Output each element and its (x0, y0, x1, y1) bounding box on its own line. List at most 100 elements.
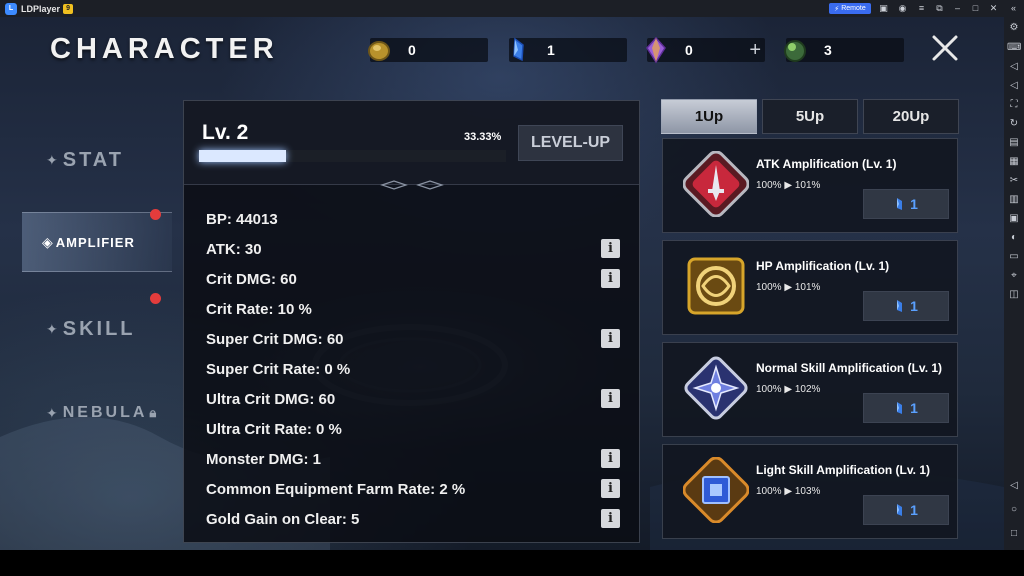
tab-20up[interactable]: 20Up (863, 99, 959, 134)
info-icon[interactable]: i (601, 389, 620, 408)
resource-gem: 0 + (646, 36, 765, 64)
stat-text: Super Crit Rate: 0 % (206, 361, 351, 378)
crystal-value: 1 (547, 42, 555, 58)
multi-instance-icon[interactable]: ▥ (1007, 193, 1021, 207)
folder-icon[interactable]: ▭ (1007, 250, 1021, 264)
amplification-change: 100% ▶ 102% (756, 384, 821, 395)
green-orb-icon (784, 40, 806, 62)
back-icon[interactable]: ◁ (1007, 479, 1021, 493)
scissors-icon[interactable]: ✂ (1007, 174, 1021, 188)
page-title: CHARACTER (50, 33, 279, 65)
amplification-card: ATK Amplification (Lv. 1) 100% ▶ 101% 1 (662, 138, 958, 233)
amplify-cost-button[interactable]: 1 (863, 393, 949, 423)
minimize-icon[interactable]: – (952, 3, 963, 14)
stats-panel: Lv. 2 33.33% LEVEL-UP BP: 44013 ATK: 30 i C… (183, 100, 640, 543)
stat-text: Crit DMG: 60 (206, 271, 297, 288)
sync-icon[interactable]: ◐ (1007, 231, 1021, 245)
stat-row: Monster DMG: 1 i (206, 449, 626, 471)
level-up-button[interactable]: LEVEL-UP (518, 125, 623, 161)
blue-crystal-icon (897, 504, 903, 516)
amplify-cost-button[interactable]: 1 (863, 291, 949, 321)
amplification-name: Normal Skill Amplification (Lv. 1) (756, 361, 943, 375)
stat-row: Super Crit Rate: 0 % (206, 359, 626, 381)
tab-nebula[interactable]: ✦ NEBULA 🔒︎ (22, 383, 172, 443)
tab-1up[interactable]: 1Up (661, 99, 757, 134)
menu-icon[interactable]: ≡ (916, 3, 927, 14)
blue-crystal-icon (897, 198, 903, 210)
keyboard-icon[interactable]: ⌨ (1007, 41, 1021, 55)
amplification-change: 100% ▶ 101% (756, 180, 821, 191)
tab-amplifier-label: AMPLIFIER (55, 234, 135, 250)
collapse-sidebar-icon[interactable]: « (1008, 3, 1019, 14)
stat-text: BP: 44013 (206, 211, 278, 228)
apk-install-icon[interactable]: ▣ (1007, 212, 1021, 226)
remote-label: Remote (841, 5, 866, 12)
rotate-icon[interactable]: ↻ (1007, 117, 1021, 131)
resource-gold: 0 (368, 38, 488, 62)
atk-sword-icon (683, 151, 749, 217)
stat-row: Crit DMG: 60 i (206, 269, 626, 291)
orb-value: 3 (824, 42, 832, 58)
sparkle-icon: ✦ (46, 320, 61, 337)
stat-text: Monster DMG: 1 (206, 451, 322, 468)
info-icon[interactable]: i (601, 269, 620, 288)
stat-row: ATK: 30 i (206, 239, 626, 261)
remote-button[interactable]: ⚡ Remote (829, 3, 871, 14)
purple-gem-icon (646, 36, 666, 64)
amplification-card: Light Skill Amplification (Lv. 1) 100% ▶… (662, 444, 958, 539)
add-gem-button[interactable]: + (749, 38, 761, 62)
close-window-icon[interactable]: ✕ (988, 3, 999, 14)
resource-crystal: 1 (509, 37, 627, 62)
app-name: LDPlayer (21, 3, 61, 14)
diamond-icon: ◈ (42, 233, 54, 250)
info-icon[interactable]: i (601, 509, 620, 528)
shake-icon[interactable]: ◫ (1007, 288, 1021, 302)
record-icon[interactable]: ▦ (1007, 155, 1021, 169)
recent-apps-icon[interactable]: □ (1007, 527, 1021, 541)
close-icon[interactable] (930, 33, 960, 63)
info-icon[interactable]: i (601, 449, 620, 468)
skill-notification-dot (150, 293, 161, 304)
amplification-change: 100% ▶ 101% (756, 282, 821, 293)
screenshot-icon[interactable]: ▤ (1007, 136, 1021, 150)
stat-row: Common Equipment Farm Rate: 2 % i (206, 479, 626, 501)
amplify-cost-button[interactable]: 1 (863, 189, 949, 219)
tab-nebula-label: NEBULA (62, 404, 148, 421)
bottom-bar (0, 550, 1024, 576)
fullscreen-icon[interactable]: ⛶ (1007, 98, 1021, 112)
emulator-toolbar: ⚙ ⌨ ◁ ◁ ⛶ ↻ ▤ ▦ ✂ ▥ ▣ ◐ ▭ ⌖ ◫ ◁ ○ □ (1004, 17, 1024, 550)
resource-orb: 3 (784, 38, 904, 62)
gamepad-icon[interactable]: ▣ (878, 3, 889, 14)
amplify-cost-value: 1 (910, 298, 918, 314)
maximize-icon[interactable]: □ (970, 3, 981, 14)
amplification-name: HP Amplification (Lv. 1) (756, 259, 890, 273)
stat-row: Ultra Crit Rate: 0 % (206, 419, 626, 441)
info-icon[interactable]: i (601, 329, 620, 348)
tab-skill[interactable]: ✦ SKILL (22, 299, 172, 359)
location-icon[interactable]: ⌖ (1007, 269, 1021, 283)
info-icon[interactable]: i (601, 479, 620, 498)
tab-stat[interactable]: ✦ STAT (22, 130, 172, 190)
stat-row: BP: 44013 (206, 209, 626, 231)
account-icon[interactable]: ◉ (897, 3, 908, 14)
ornament-divider (380, 180, 444, 190)
level-progress-bar (199, 150, 506, 162)
tab-amplifier[interactable]: ◈ AMPLIFIER (22, 212, 172, 272)
home-icon[interactable]: ○ (1007, 503, 1021, 517)
level-label: Lv. 2 (202, 121, 249, 144)
amplify-cost-button[interactable]: 1 (863, 495, 949, 525)
gold-coin-icon (368, 41, 390, 61)
info-icon[interactable]: i (601, 239, 620, 258)
volume-up-icon[interactable]: ◁ (1007, 60, 1021, 74)
emulator-titlebar: L LDPlayer 9 ⚡ Remote ▣ ◉ ≡ ⧉ – □ ✕ « (0, 0, 1024, 17)
settings-gear-icon[interactable]: ⚙ (1007, 21, 1021, 35)
tab-5up[interactable]: 5Up (762, 99, 858, 134)
stat-text: Ultra Crit Rate: 0 % (206, 421, 342, 438)
sparkle-icon: ✦ (46, 151, 61, 168)
window-icon[interactable]: ⧉ (934, 3, 945, 14)
blue-crystal-icon (897, 300, 903, 312)
volume-down-icon[interactable]: ◁ (1007, 79, 1021, 93)
stat-text: ATK: 30 (206, 241, 262, 258)
gold-value: 0 (408, 42, 416, 58)
stat-text: Super Crit DMG: 60 (206, 331, 344, 348)
